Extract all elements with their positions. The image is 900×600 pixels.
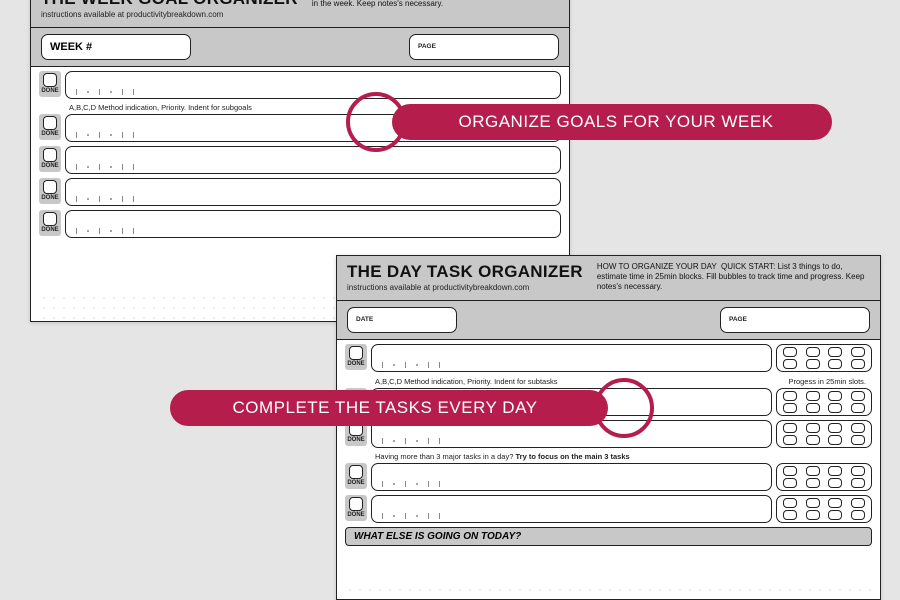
week-field-bar: WEEK # PAGE xyxy=(31,28,569,67)
date-field[interactable]: DATE xyxy=(347,307,457,333)
progress-slots[interactable] xyxy=(776,495,872,523)
day-howto: HOW TO ORGANIZE YOUR DAY QUICK START: Li… xyxy=(597,262,870,292)
goal-entry-field[interactable] xyxy=(65,178,561,206)
done-checkbox[interactable] xyxy=(43,73,57,87)
callout-ring-icon xyxy=(594,378,654,438)
progress-slots[interactable] xyxy=(776,463,872,491)
goal-entry-field[interactable] xyxy=(65,210,561,238)
done-checkbox[interactable] xyxy=(43,212,57,226)
goal-row: DONE xyxy=(39,178,561,206)
day-title: THE DAY TASK ORGANIZER xyxy=(347,262,583,282)
week-page-field[interactable]: PAGE xyxy=(409,34,559,60)
done-checkbox[interactable] xyxy=(349,346,363,360)
task-row: DONE xyxy=(345,495,872,523)
callout-day-label: COMPLETE THE TASKS EVERY DAY xyxy=(170,390,608,426)
callout-ring-icon xyxy=(346,92,406,152)
week-title: THE WEEK GOAL ORGANIZER xyxy=(41,0,298,9)
done-column: DONE xyxy=(39,71,61,97)
task-entry-field[interactable] xyxy=(371,344,772,372)
callout-week: ORGANIZE GOALS FOR YOUR WEEK xyxy=(346,92,832,152)
task-row: DONE xyxy=(345,463,872,491)
week-header: THE WEEK GOAL ORGANIZER instructions ava… xyxy=(31,0,569,28)
goal-row: DONE xyxy=(39,210,561,238)
task-entry-field[interactable] xyxy=(371,463,772,491)
task-row: DONE xyxy=(345,344,872,372)
day-section-heading: WHAT ELSE IS GOING ON TODAY? xyxy=(345,527,872,546)
done-checkbox[interactable] xyxy=(349,497,363,511)
done-checkbox[interactable] xyxy=(43,180,57,194)
day-header: THE DAY TASK ORGANIZER instructions avai… xyxy=(337,256,880,301)
progress-slots[interactable] xyxy=(776,420,872,448)
progress-hint: Progess in 25min slots. xyxy=(788,377,866,386)
done-checkbox[interactable] xyxy=(349,465,363,479)
day-page-field[interactable]: PAGE xyxy=(720,307,870,333)
week-number-field[interactable]: WEEK # xyxy=(41,34,191,60)
week-subtitle: instructions available at productivitybr… xyxy=(41,10,298,19)
task-entry-field[interactable] xyxy=(371,495,772,523)
day-subtitle: instructions available at productivitybr… xyxy=(347,283,583,292)
progress-slots[interactable] xyxy=(776,344,872,372)
focus-hint: Having more than 3 major tasks in a day?… xyxy=(375,452,872,461)
dot-grid xyxy=(345,585,872,599)
callout-day: COMPLETE THE TASKS EVERY DAY xyxy=(170,378,654,438)
progress-slots[interactable] xyxy=(776,388,872,416)
week-howto: HOW TO ORGANIZE YOUR WEEK QUICK START: L… xyxy=(312,0,559,19)
callout-week-label: ORGANIZE GOALS FOR YOUR WEEK xyxy=(392,104,832,140)
day-field-bar: DATE PAGE xyxy=(337,301,880,340)
done-checkbox[interactable] xyxy=(43,116,57,130)
done-checkbox[interactable] xyxy=(43,148,57,162)
